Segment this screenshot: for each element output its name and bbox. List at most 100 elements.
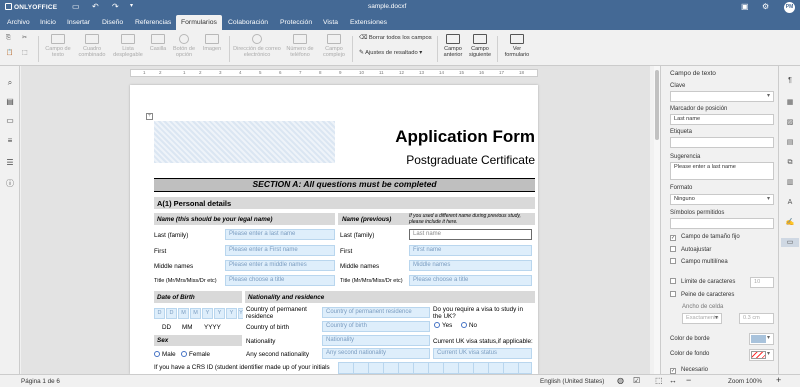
key-select[interactable]: ▾ <box>670 91 774 102</box>
undo-icon[interactable]: ↶ <box>92 2 99 11</box>
comb-checkbox[interactable]: Peine de caracteres <box>670 291 734 298</box>
settings-icon[interactable]: ⚙ <box>762 2 769 11</box>
tab-insertar[interactable]: Insertar <box>62 15 95 30</box>
checkbox-button[interactable]: Casilla <box>147 34 169 52</box>
format-select[interactable]: Ninguno ▾ <box>670 194 774 205</box>
text-art-icon[interactable]: A <box>785 198 795 207</box>
image-settings-icon[interactable]: ▨ <box>785 118 795 127</box>
required-checkbox[interactable]: ✓ Necesario <box>670 367 708 374</box>
text-field-button[interactable]: Campo de texto <box>43 34 73 58</box>
middle-names-field[interactable]: Please enter a middle names <box>225 260 335 271</box>
paste-icon[interactable]: 📋 <box>6 50 13 56</box>
dropdown-button[interactable]: Lista desplegable <box>111 34 145 58</box>
prev-last-name-field[interactable]: Last name <box>409 229 532 240</box>
visa-yes-option[interactable]: Yes <box>434 322 452 329</box>
bg-color-picker[interactable]: ▾ <box>749 349 774 361</box>
visa-status-field[interactable]: Current UK visa status <box>433 348 532 359</box>
complex-field-button[interactable]: Campo complejo <box>319 34 349 58</box>
view-form-button[interactable]: Ver formulario <box>502 34 532 58</box>
fixed-size-checkbox[interactable]: ✓ Campo de tamaño fijo <box>670 234 740 241</box>
dob-month-box[interactable]: M <box>178 308 189 319</box>
spellcheck-icon[interactable]: ☑ <box>633 376 640 385</box>
dob-day-box[interactable]: D <box>166 308 177 319</box>
header-footer-icon[interactable]: ▤ <box>785 138 795 147</box>
chat-icon[interactable]: ▭ <box>5 116 15 125</box>
tab-extensiones[interactable]: Extensiones <box>345 15 392 30</box>
tab-proteccion[interactable]: Protección <box>275 15 317 30</box>
dob-year-box[interactable]: Y <box>226 308 237 319</box>
highlight-settings-button[interactable]: ✎ Ajustes de resaltado ▾ <box>359 50 422 56</box>
prev-title-field[interactable]: Please choose a title <box>409 275 532 286</box>
phone-button[interactable]: Número de teléfono <box>283 34 317 58</box>
prev-first-name-field[interactable]: First name <box>409 245 532 256</box>
navigation-icon[interactable]: ≡ <box>5 136 15 145</box>
copy-icon[interactable]: ⎘ <box>6 35 11 42</box>
tab-inicio[interactable]: Inicio <box>35 15 61 30</box>
image-button[interactable]: Imagen <box>199 34 225 52</box>
redo-icon[interactable]: ↷ <box>112 2 119 11</box>
char-limit-input[interactable]: 10 <box>750 277 774 288</box>
char-limit-checkbox[interactable]: Límite de caracteres <box>670 278 735 285</box>
dob-year-box[interactable]: Y <box>214 308 225 319</box>
open-location-icon[interactable]: ▣ <box>741 2 749 11</box>
combo-box-button[interactable]: Cuadro combinado <box>75 34 109 58</box>
sex-male-option[interactable]: Male <box>154 351 176 358</box>
comments-icon[interactable]: ▤ <box>5 97 15 106</box>
dob-year-box[interactable]: Y <box>202 308 213 319</box>
visa-no-option[interactable]: No <box>461 322 477 329</box>
autofit-checkbox[interactable]: Autoajustar <box>670 246 711 253</box>
tip-textarea[interactable]: Please enter a last name <box>670 162 774 180</box>
table-anchor-icon[interactable]: + <box>146 113 153 120</box>
country-birth-field[interactable]: Country of birth <box>322 321 430 332</box>
tab-archivo[interactable]: Archivo <box>2 15 35 30</box>
zoom-out-icon[interactable]: − <box>686 375 691 385</box>
avatar[interactable]: PM <box>784 2 795 13</box>
last-name-field[interactable]: Please enter a last name <box>225 229 335 240</box>
about-icon[interactable]: ⓘ <box>5 179 15 188</box>
fit-page-icon[interactable]: ⬚ <box>655 376 663 385</box>
dob-day-box[interactable]: D <box>154 308 165 319</box>
form-settings-icon[interactable]: ▭ <box>781 238 799 247</box>
radio-button-button[interactable]: Botón de opción <box>171 34 197 58</box>
clear-all-button[interactable]: ⌫ Borrar todos los campos <box>359 35 432 41</box>
cut-icon[interactable]: ✂ <box>22 35 27 41</box>
globe-icon[interactable]: ◍ <box>617 376 624 385</box>
title-field[interactable]: Please choose a title <box>225 275 335 286</box>
fit-width-icon[interactable]: ↔ <box>669 376 677 385</box>
tab-colaboracion[interactable]: Colaboración <box>223 15 273 30</box>
cell-width-mode-select[interactable]: Exactamente ▾ <box>682 313 722 324</box>
shape-icon[interactable]: ⧉ <box>785 158 795 167</box>
second-nationality-field[interactable]: Any second nationality <box>322 348 430 359</box>
search-icon[interactable]: ⌕ <box>5 78 15 87</box>
scrollbar-thumb[interactable] <box>655 70 659 140</box>
headings-icon[interactable]: ☰ <box>5 158 15 167</box>
country-residence-field[interactable]: Country of permanent residence <box>322 307 430 318</box>
crs-id-field[interactable] <box>338 362 532 374</box>
table-icon[interactable]: ▦ <box>785 98 795 107</box>
select-all-icon[interactable]: ⬚ <box>22 50 27 56</box>
tab-diseno[interactable]: Diseño <box>97 15 128 30</box>
tag-input[interactable] <box>670 137 774 148</box>
next-field-button[interactable]: Campo siguiente <box>467 34 493 58</box>
multiline-checkbox[interactable]: Campo multilínea <box>670 258 728 265</box>
quick-access-menu-icon[interactable]: ▾ <box>130 2 133 9</box>
cell-width-input[interactable]: 0.3 cm <box>739 313 774 324</box>
nationality-field[interactable]: Nationality <box>322 335 430 346</box>
signature-icon[interactable]: ✍ <box>785 218 795 227</box>
zoom-in-icon[interactable]: + <box>776 375 781 385</box>
page-indicator[interactable]: Página 1 de 6 <box>21 378 60 385</box>
save-icon[interactable]: ▭ <box>72 2 80 11</box>
allowed-symbols-input[interactable] <box>670 218 774 229</box>
document-page[interactable]: + Application Form Postgraduate Certific… <box>130 85 538 374</box>
tab-formularios[interactable]: Formularios <box>176 15 222 30</box>
language-indicator[interactable]: English (United States) <box>540 378 604 385</box>
first-name-field[interactable]: Please enter a First name <box>225 245 335 256</box>
email-button[interactable]: Dirección de correo electrónico <box>233 34 281 58</box>
dob-year-box[interactable]: Y <box>238 308 243 319</box>
dob-month-box[interactable]: M <box>190 308 201 319</box>
chart-icon[interactable]: ▥ <box>785 178 795 187</box>
sex-female-option[interactable]: Female <box>181 351 210 358</box>
placeholder-input[interactable]: Last name <box>670 114 774 125</box>
prev-middle-names-field[interactable]: Middle names <box>409 260 532 271</box>
paragraph-icon[interactable]: ¶ <box>785 76 795 85</box>
